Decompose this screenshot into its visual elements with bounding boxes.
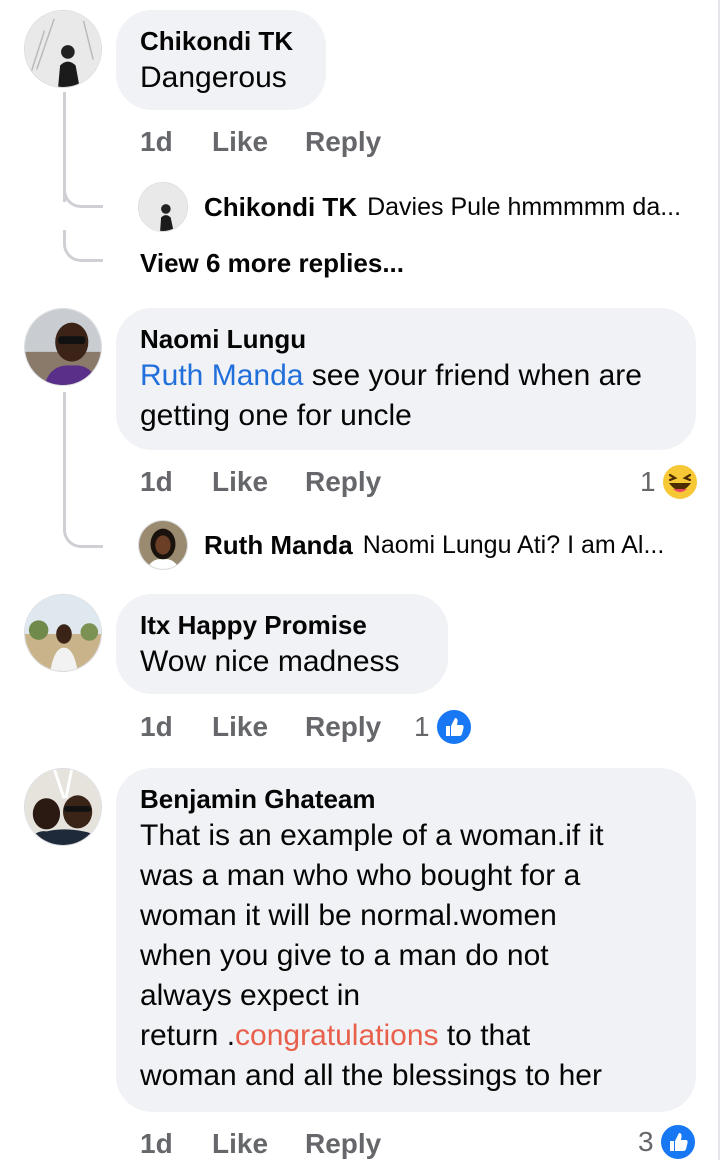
reply-author: Ruth Manda: [204, 529, 353, 560]
comment-text-line: getting one for uncle: [140, 399, 412, 432]
like-reaction-icon: [658, 1123, 697, 1161]
thread-connector: [63, 180, 103, 208]
avatar-benjamin-image: [25, 769, 101, 845]
reaction-summary[interactable]: 3: [638, 1120, 698, 1164]
comment-text-line: was a man who who bought for a: [140, 859, 581, 892]
reply-preview[interactable]: Chikondi TK Davies Pule hmmmmm da...: [204, 182, 681, 232]
mention-link[interactable]: Ruth Manda: [140, 359, 303, 392]
like-reaction-icon: [434, 708, 473, 746]
comment-actions: 1d Like Reply: [140, 462, 440, 502]
reply-text: Davies Pule hmmmmm da...: [367, 192, 682, 221]
comment-bubble: Naomi Lungu Ruth Manda see your friend w…: [116, 308, 696, 450]
comment-author[interactable]: Chikondi TK: [140, 24, 302, 58]
reply-button[interactable]: Reply: [305, 707, 381, 747]
comment-author[interactable]: Itx Happy Promise: [140, 608, 424, 642]
reply-button[interactable]: Reply: [305, 1124, 381, 1164]
comment-actions: 1d Like Reply: [140, 122, 440, 162]
thread-connector: [63, 230, 103, 262]
reaction-summary[interactable]: 1: [640, 460, 700, 504]
comment-text: Ruth Manda see your friend when are: [140, 356, 672, 396]
reply-avatar-ruth[interactable]: [138, 520, 188, 570]
comment-bubble: Benjamin Ghateam That is an example of a…: [116, 768, 696, 1112]
comment-text-line: woman it will be normal.women: [140, 899, 557, 932]
comment-actions: 1d Like Reply: [140, 707, 440, 747]
comment-text-line: see your friend when are: [303, 359, 642, 392]
comment-author[interactable]: Naomi Lungu: [140, 322, 672, 356]
comment-text-line: That is an example of a woman.if it: [140, 819, 604, 852]
like-button[interactable]: Like: [212, 122, 268, 162]
reply-text: Naomi Lungu Ati? I am Al...: [362, 530, 665, 559]
comment-time[interactable]: 1d: [140, 707, 173, 747]
like-button[interactable]: Like: [212, 707, 268, 747]
comment-text-line: always expect in: [140, 979, 361, 1012]
comment-bubble: Itx Happy Promise Wow nice madness: [116, 594, 448, 694]
comment-text: Wow nice madness: [140, 645, 400, 678]
avatar-benjamin[interactable]: [24, 768, 102, 846]
comment-bubble: Chikondi TK Dangerous: [116, 10, 326, 110]
like-button[interactable]: Like: [212, 1124, 268, 1164]
reply-author: Chikondi TK: [204, 191, 358, 222]
view-more-replies[interactable]: View 6 more replies...: [140, 248, 404, 279]
avatar-itx-image: [25, 595, 101, 671]
thread-line: [63, 392, 66, 527]
avatar-itx-happy-promise[interactable]: [24, 594, 102, 672]
comment-time[interactable]: 1d: [140, 122, 173, 162]
like-button[interactable]: Like: [212, 462, 268, 502]
comment-text-segment: return .: [140, 1019, 236, 1052]
comment-text-line: woman and all the blessings to her: [140, 1059, 602, 1092]
avatar-chikondi[interactable]: [24, 10, 102, 88]
comment-actions: 1d Like Reply: [140, 1124, 440, 1164]
reaction-count: 1: [640, 466, 656, 497]
reply-preview[interactable]: Ruth Manda Naomi Lungu Ati? I am Al...: [204, 520, 664, 570]
comment-text: Dangerous: [140, 61, 287, 94]
avatar-naomi[interactable]: [24, 308, 102, 386]
thread-connector: [63, 518, 103, 548]
reaction-summary[interactable]: 1: [414, 705, 474, 749]
comment-text-line: when you give to a man do not: [140, 939, 549, 972]
reaction-count: 3: [638, 1126, 654, 1157]
reply-avatar-image: [139, 521, 187, 569]
avatar-naomi-image: [25, 309, 101, 385]
reply-avatar-chikondi[interactable]: [138, 182, 188, 232]
comment-time[interactable]: 1d: [140, 462, 173, 502]
comment-author[interactable]: Benjamin Ghateam: [140, 782, 672, 816]
comment-text-segment: to that: [438, 1019, 531, 1052]
highlighted-word[interactable]: congratulations: [235, 1019, 438, 1052]
reaction-count: 1: [414, 711, 430, 742]
reply-button[interactable]: Reply: [305, 462, 381, 502]
reply-button[interactable]: Reply: [305, 122, 381, 162]
comment-text-line: return .congratulations to that: [140, 1016, 672, 1056]
haha-reaction-icon: [660, 463, 699, 501]
comment-time[interactable]: 1d: [140, 1124, 173, 1164]
avatar-chikondi-image: [25, 11, 101, 87]
reply-avatar-image: [139, 183, 187, 231]
